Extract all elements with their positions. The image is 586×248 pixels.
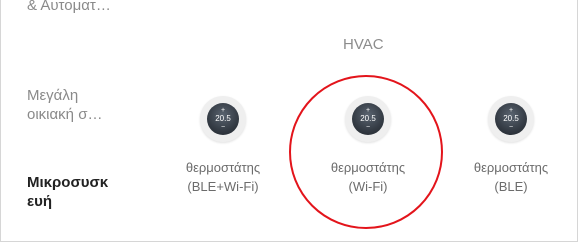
sidebar-item-label: & Αυτοματ… (27, 0, 111, 14)
sidebar-item-label: ευή (27, 193, 53, 210)
device-thermostat-ble-wifi[interactable]: + 20.5 − θερμοστάτης (BLE+Wi-Fi) (153, 96, 293, 196)
thermostat-icon: + 20.5 − (200, 96, 246, 142)
sidebar-item-major-appliances[interactable]: Μεγάλη οικιακή σ… (27, 86, 102, 124)
section-title: HVAC (343, 36, 384, 53)
device-label: θερμοστάτης (BLE+Wi-Fi) (185, 160, 261, 194)
sidebar-item-automation[interactable]: & Αυτοματ… (27, 0, 111, 15)
sidebar-item-label: Μικροσυσκ (27, 174, 109, 191)
device-thermostat-ble[interactable]: + 20.5 − θερμοστάτης (BLE) (441, 96, 577, 196)
sidebar-item-label: οικιακή σ… (27, 106, 103, 123)
sidebar-item-small-appliances[interactable]: Μικροσυσκ ευή (27, 173, 108, 211)
device-category-panel: & Αυτοματ… Μεγάλη οικιακή σ… Μικροσυσκ ε… (0, 0, 578, 242)
highlight-circle (289, 75, 443, 229)
thermostat-icon: + 20.5 − (488, 96, 534, 142)
sidebar-item-label: Μεγάλη (27, 87, 79, 104)
device-label: θερμοστάτης (BLE) (473, 160, 549, 194)
